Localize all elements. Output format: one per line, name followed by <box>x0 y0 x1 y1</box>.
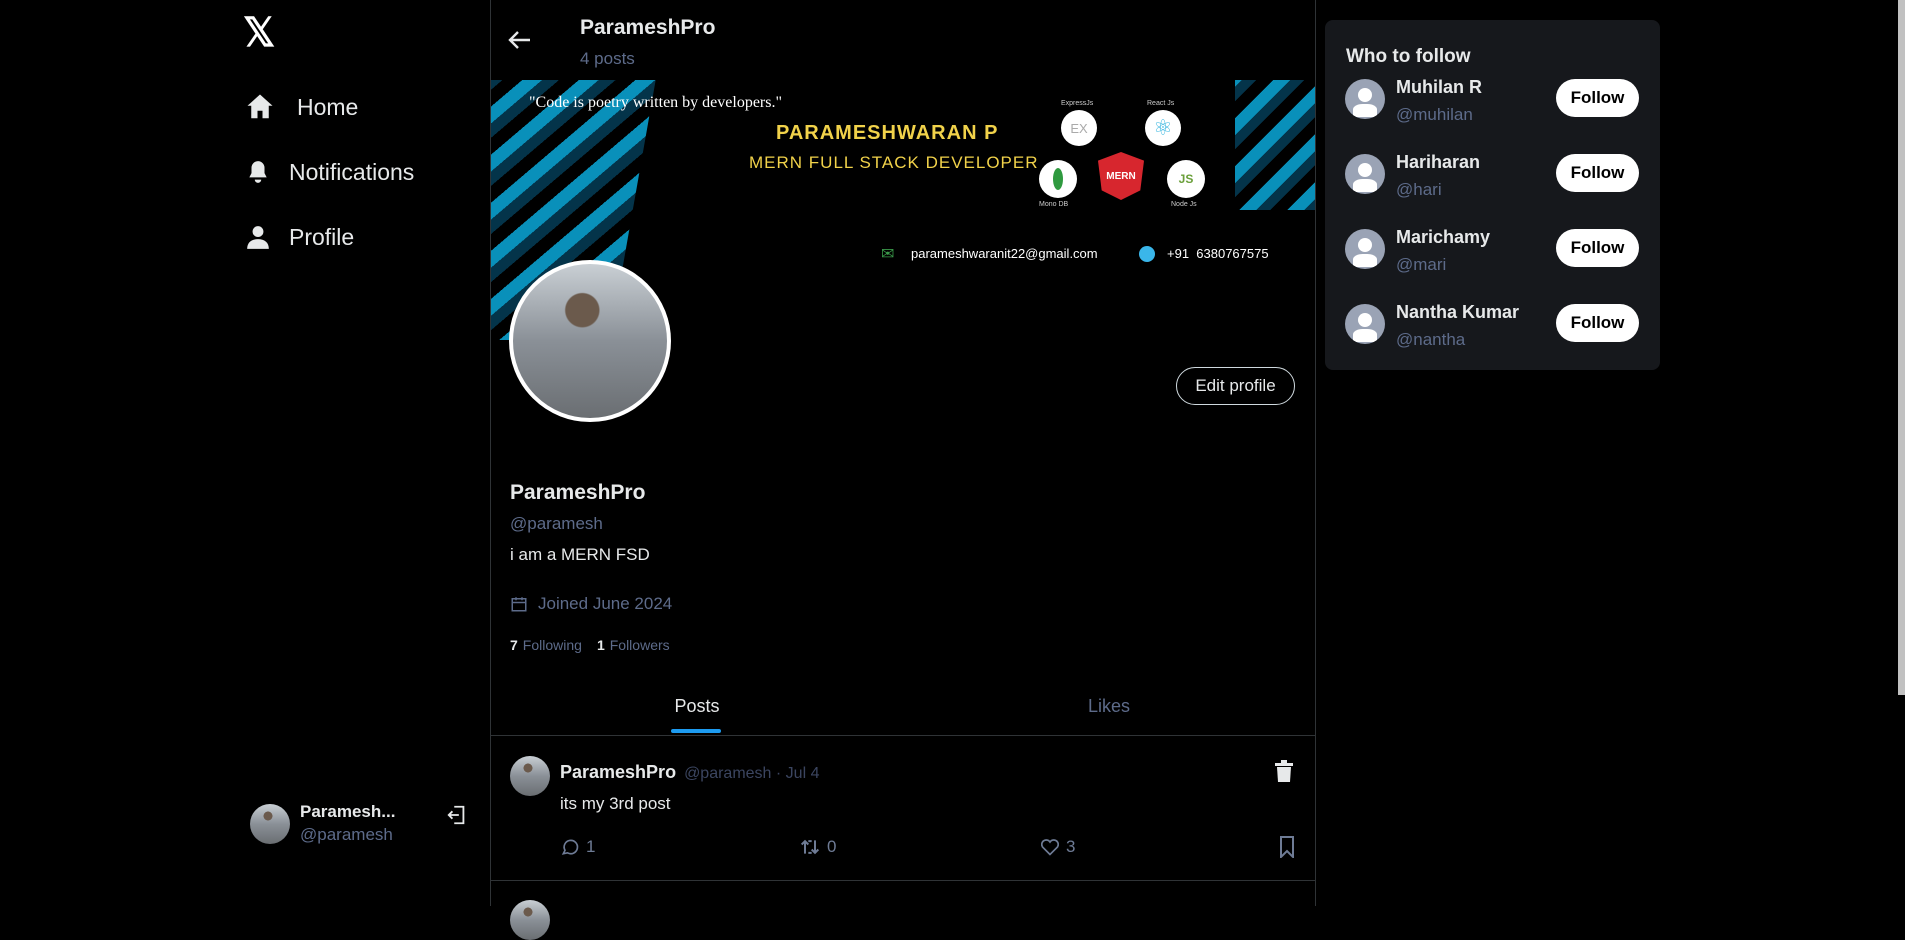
bookmark-icon[interactable] <box>1279 836 1295 858</box>
calendar-icon <box>511 597 527 612</box>
joined-date: Joined June 2024 <box>510 594 672 614</box>
follow-suggestion[interactable]: Hariharan @hari Follow <box>1345 152 1640 199</box>
avatar <box>1345 229 1385 269</box>
x-logo[interactable]: 𝕏 <box>243 10 275 56</box>
repost-button[interactable]: 0 <box>799 837 836 857</box>
tech-label: Mono DB <box>1039 201 1069 208</box>
mongodb-logo <box>1039 160 1077 198</box>
mail-icon: ✉ <box>881 246 895 263</box>
follow-button[interactable]: Follow <box>1556 229 1639 267</box>
nodejs-logo: JS <box>1167 160 1205 198</box>
follow-button[interactable]: Follow <box>1556 79 1639 117</box>
post-item[interactable]: ParameshPro @paramesh · Jul 4 its my 3rd… <box>491 736 1315 881</box>
profile-name: ParameshPro <box>510 481 646 504</box>
comment-button[interactable]: 1 <box>560 837 595 857</box>
comment-count: 1 <box>586 837 596 856</box>
tech-label: React Js <box>1147 100 1175 107</box>
sidebar-item-label: Home <box>297 93 359 120</box>
suggestion-handle: @hari <box>1396 180 1442 199</box>
post-text: its my 3rd post <box>560 794 671 813</box>
page-title: ParameshPro <box>580 16 716 39</box>
active-tab-indicator <box>671 729 721 733</box>
banner-name: PARAMESHWARAN P <box>776 122 999 144</box>
like-count: 3 <box>1066 837 1076 856</box>
react-logo: ⚛ <box>1145 110 1181 146</box>
follow-suggestion[interactable]: Muhilan R @muhilan Follow <box>1345 77 1640 124</box>
suggestion-handle: @muhilan <box>1396 105 1473 124</box>
suggestion-handle: @nantha <box>1396 330 1466 349</box>
sidebar-item-label: Notifications <box>289 158 415 185</box>
express-logo: EX <box>1061 110 1097 146</box>
trash-icon[interactable] <box>1275 760 1293 782</box>
avatar <box>1345 304 1385 344</box>
suggestion-name: Marichamy <box>1396 227 1491 247</box>
avatar <box>1345 79 1385 119</box>
phone-icon <box>1139 246 1155 262</box>
tech-label: ExpressJs <box>1061 100 1094 107</box>
follow-button[interactable]: Follow <box>1556 304 1639 342</box>
user-name: Paramesh... <box>300 802 396 821</box>
sidebar-item-label: Profile <box>289 223 355 250</box>
logout-icon[interactable] <box>446 804 468 826</box>
tab-label: Likes <box>1087 696 1131 716</box>
sidebar-nav: Home Notifications Profile <box>245 92 414 252</box>
edit-profile-button[interactable]: Edit profile <box>1176 367 1295 405</box>
tech-label: Node Js <box>1171 201 1197 208</box>
follow-suggestion[interactable]: Nantha Kumar @nantha Follow <box>1345 302 1640 349</box>
tab-likes[interactable]: Likes <box>903 690 1315 735</box>
following-link[interactable]: Following <box>523 637 582 653</box>
tab-label: Posts <box>674 696 720 716</box>
post-avatar <box>510 756 550 796</box>
follow-button[interactable]: Follow <box>1556 154 1639 192</box>
follow-suggestion[interactable]: Marichamy @mari Follow <box>1345 227 1640 274</box>
follow-stats: 7 Following 1 Followers <box>510 637 670 653</box>
sidebar-item-profile[interactable]: Profile <box>245 222 414 252</box>
post-avatar <box>510 900 550 940</box>
avatar <box>250 803 290 844</box>
suggestion-name: Nantha Kumar <box>1396 302 1520 322</box>
like-button[interactable]: 3 <box>1040 837 1075 857</box>
profile-avatar <box>509 260 671 422</box>
repost-count: 0 <box>827 837 837 856</box>
scrollbar[interactable] <box>1898 0 1905 695</box>
post-author: ParameshPro <box>560 762 677 782</box>
banner-quote: "Code is poetry written by developers." <box>529 94 783 111</box>
joined-text: Joined June 2024 <box>538 594 673 613</box>
profile-bio: i am a MERN FSD <box>510 545 650 564</box>
card-title: Who to follow <box>1346 46 1471 67</box>
banner-phone: +91 6380767575 <box>1167 246 1269 261</box>
tab-posts[interactable]: Posts <box>491 690 903 735</box>
divider <box>1315 0 1316 906</box>
suggestion-handle: @mari <box>1396 255 1447 274</box>
followers-count: 1 <box>596 637 605 653</box>
user-handle: @paramesh <box>300 825 393 844</box>
suggestion-name: Hariharan <box>1396 152 1481 172</box>
avatar <box>1345 154 1385 194</box>
bell-icon <box>249 161 267 183</box>
suggestion-name: Muhilan R <box>1396 77 1482 97</box>
posts-count: 4 posts <box>580 49 635 68</box>
banner-email: parameshwaranit22@gmail.com <box>911 246 1098 261</box>
comment-icon <box>561 839 579 855</box>
banner-role: MERN FULL STACK DEVELOPER <box>749 153 1039 172</box>
following-count: 7 <box>510 637 518 653</box>
post-meta: @paramesh · Jul 4 <box>684 765 820 782</box>
repost-icon <box>800 839 820 855</box>
account-switcher[interactable]: Paramesh... @paramesh <box>250 802 395 845</box>
followers-link[interactable]: Followers <box>610 637 670 653</box>
profile-handle: @paramesh <box>510 514 603 533</box>
mern-badge: MERN <box>1098 152 1144 200</box>
heart-icon <box>1040 839 1060 856</box>
user-icon <box>247 226 269 249</box>
sidebar-item-home[interactable]: Home <box>245 92 414 122</box>
home-icon <box>247 94 273 119</box>
back-arrow-icon[interactable] <box>508 30 532 50</box>
sidebar-item-notifications[interactable]: Notifications <box>245 158 414 186</box>
